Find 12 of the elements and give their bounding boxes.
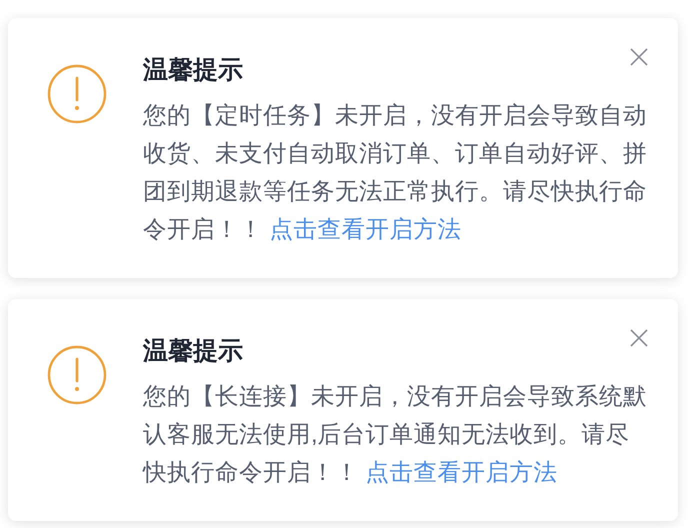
close-icon <box>630 48 648 66</box>
warning-icon <box>47 345 107 405</box>
close-button[interactable] <box>628 46 650 68</box>
help-link[interactable]: 点击查看开启方法 <box>270 216 462 242</box>
warning-icon <box>47 64 107 124</box>
close-icon <box>630 329 648 347</box>
help-link[interactable]: 点击查看开启方法 <box>366 459 558 485</box>
notice-message: 您的【定时任务】未开启，没有开启会导致自动收货、未支付自动取消订单、订单自动好评、拼团到期退款等任务无法正常执行。请尽快执行命令开启！！ 点击查看开启方法 <box>143 101 648 244</box>
notice-message: 您的【长连接】未开启，没有开启会导致系统默认客服无法使用,后台订单通知无法收到。请尽快执行命令开启！！ 点击查看开启方法 <box>143 382 648 487</box>
notice-title: 温馨提示 <box>143 336 243 367</box>
notice-title: 温馨提示 <box>143 55 243 86</box>
close-button[interactable] <box>628 327 650 349</box>
